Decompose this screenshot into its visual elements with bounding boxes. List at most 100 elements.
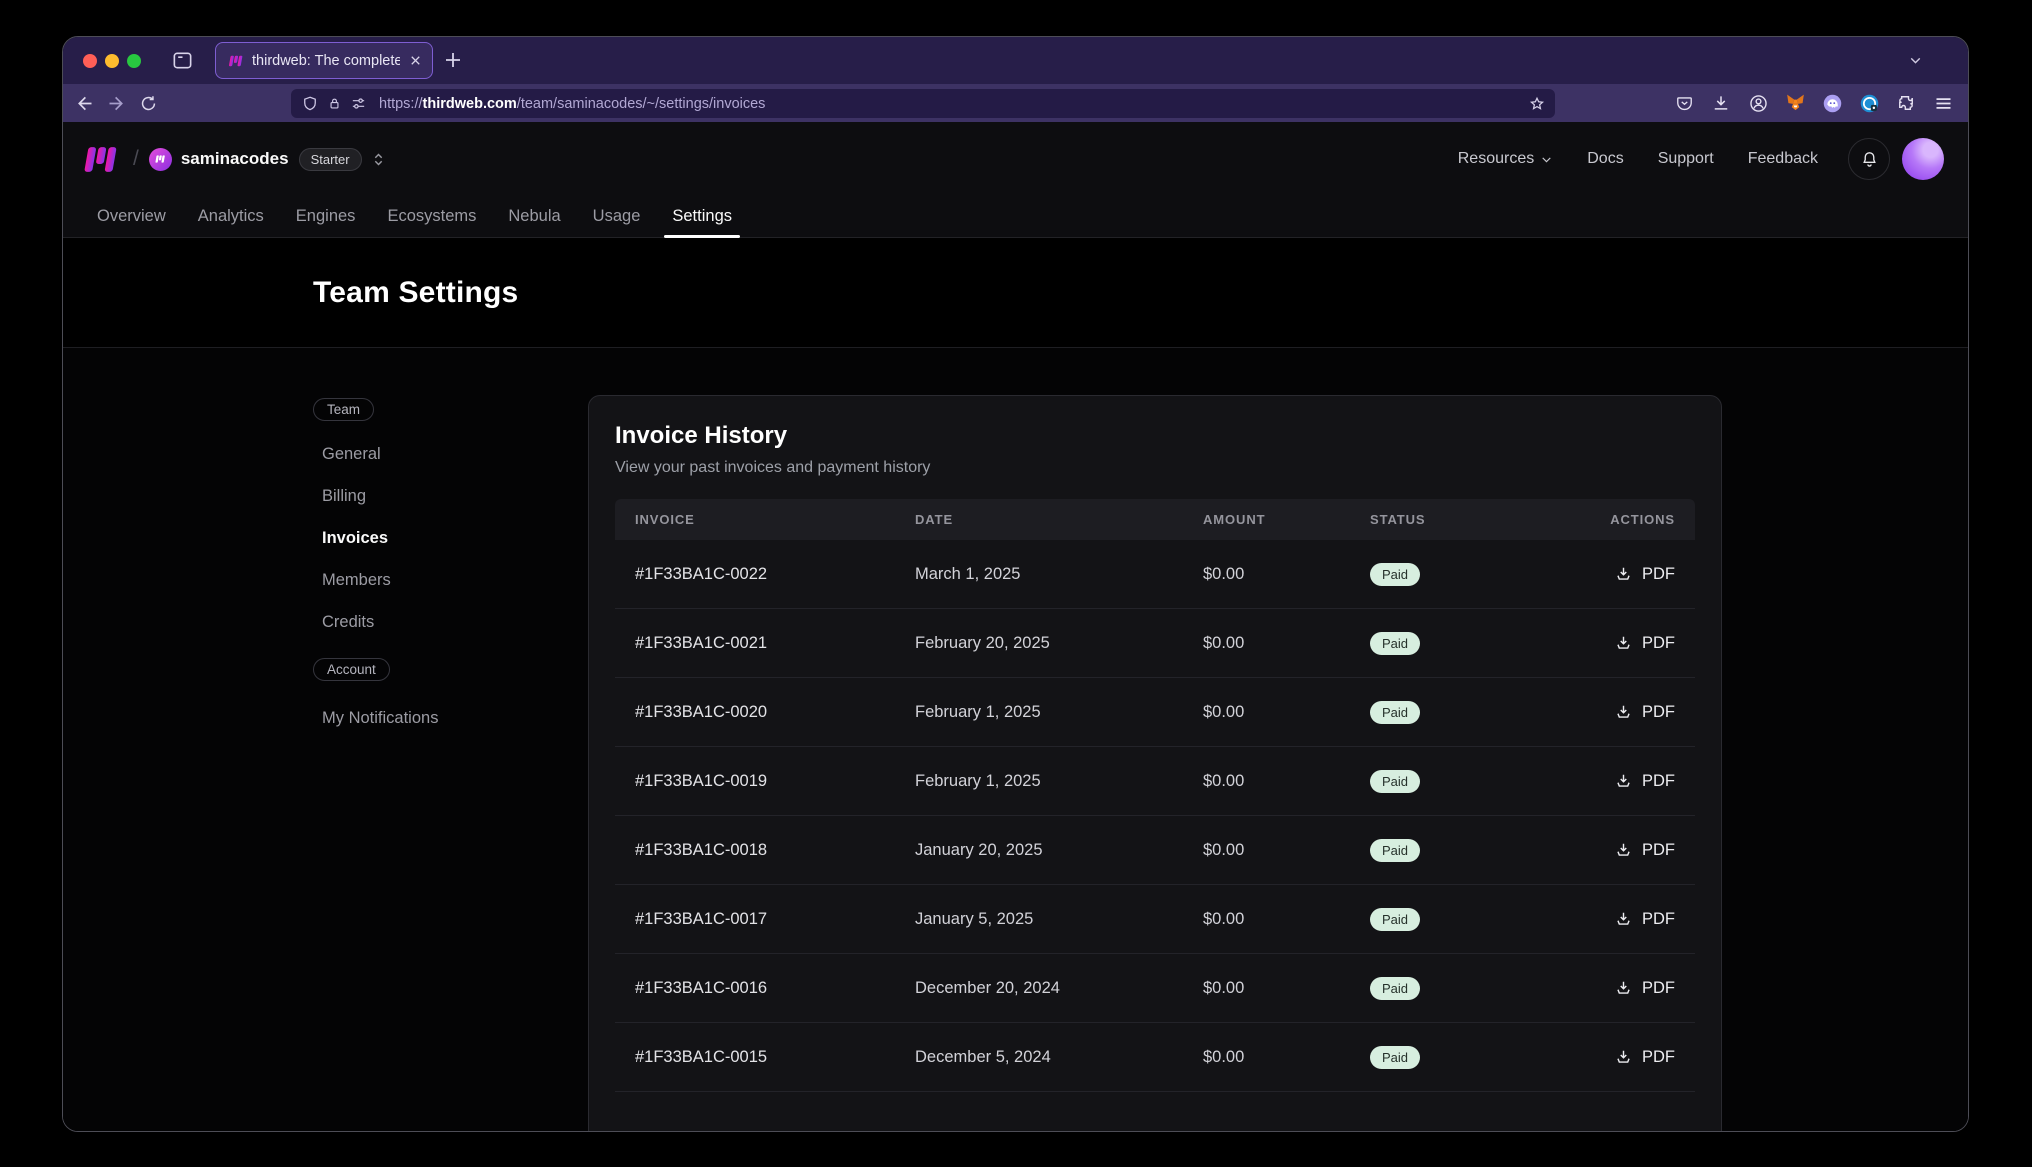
close-window-button[interactable] xyxy=(83,54,97,68)
tab-title: thirdweb: The complete web3 d xyxy=(252,53,400,69)
menu-icon[interactable] xyxy=(1930,90,1956,116)
invoice-number: #1F33BA1C-0018 xyxy=(635,841,915,860)
thirdweb-logo[interactable] xyxy=(79,146,121,173)
download-pdf-button[interactable]: PDF xyxy=(1614,772,1675,791)
download-icon xyxy=(1614,634,1633,653)
download-icon xyxy=(1614,979,1633,998)
tab-ecosystems[interactable]: Ecosystems xyxy=(379,196,484,237)
back-icon[interactable] xyxy=(71,90,97,116)
download-pdf-button[interactable]: PDF xyxy=(1614,703,1675,722)
toolbar-right-icons xyxy=(1671,90,1956,116)
settings-sidebar: Team General Billing Invoices Members Cr… xyxy=(313,398,528,739)
page-title-band: Team Settings xyxy=(63,238,1968,348)
support-link[interactable]: Support xyxy=(1658,150,1714,168)
sidebar-item-my-notifications[interactable]: My Notifications xyxy=(313,697,528,739)
browser-window: thirdweb: The complete web3 d xyxy=(62,36,1969,1132)
browser-toolbar: https://thirdweb.com/team/saminacodes/~/… xyxy=(63,84,1968,122)
site-header: / saminacodes Starter xyxy=(63,122,1968,196)
download-pdf-button[interactable]: PDF xyxy=(1614,1048,1675,1067)
docs-link[interactable]: Docs xyxy=(1587,150,1623,168)
sidebar-item-general[interactable]: General xyxy=(313,433,528,475)
forward-icon[interactable] xyxy=(103,90,129,116)
url-scheme: https:// xyxy=(379,96,423,112)
invoice-date: December 20, 2024 xyxy=(915,979,1203,998)
invoice-amount: $0.00 xyxy=(1203,841,1370,860)
lock-icon[interactable] xyxy=(327,96,342,112)
bell-icon xyxy=(1860,150,1879,169)
download-pdf-button[interactable]: PDF xyxy=(1614,841,1675,860)
invoice-date: February 20, 2025 xyxy=(915,634,1203,653)
download-pdf-button[interactable]: PDF xyxy=(1614,565,1675,584)
team-avatar[interactable] xyxy=(149,148,172,171)
sidebar-item-members[interactable]: Members xyxy=(313,559,528,601)
metamask-icon[interactable] xyxy=(1782,90,1808,116)
invoice-number: #1F33BA1C-0016 xyxy=(635,979,915,998)
profile-icon[interactable] xyxy=(1745,90,1771,116)
phantom-icon[interactable] xyxy=(1819,90,1845,116)
firefox-view-icon[interactable] xyxy=(171,49,194,72)
url-bar[interactable]: https://thirdweb.com/team/saminacodes/~/… xyxy=(291,89,1555,118)
pdf-label: PDF xyxy=(1642,1048,1675,1067)
team-switcher-icon[interactable] xyxy=(370,151,387,168)
tab-list-chevron-down-icon[interactable] xyxy=(1907,52,1924,69)
col-actions: ACTIONS xyxy=(1610,512,1675,527)
col-invoice: INVOICE xyxy=(635,512,915,527)
invoice-amount: $0.00 xyxy=(1203,703,1370,722)
header-links: Resources Docs Support Feedback xyxy=(1458,150,1818,168)
resources-menu[interactable]: Resources xyxy=(1458,150,1553,168)
sidebar-item-credits[interactable]: Credits xyxy=(313,601,528,643)
col-amount: AMOUNT xyxy=(1203,512,1370,527)
browser-tab[interactable]: thirdweb: The complete web3 d xyxy=(215,42,433,79)
reload-icon[interactable] xyxy=(135,90,161,116)
download-icon xyxy=(1614,1048,1633,1067)
invoice-number: #1F33BA1C-0015 xyxy=(635,1048,915,1067)
tab-usage[interactable]: Usage xyxy=(585,196,649,237)
shield-icon[interactable] xyxy=(301,95,319,113)
tab-nebula[interactable]: Nebula xyxy=(500,196,568,237)
status-badge: Paid xyxy=(1370,632,1420,655)
invoice-amount: $0.00 xyxy=(1203,772,1370,791)
sidebar-item-invoices[interactable]: Invoices xyxy=(313,517,528,559)
download-pdf-button[interactable]: PDF xyxy=(1614,910,1675,929)
invoice-amount: $0.00 xyxy=(1203,1048,1370,1067)
invoice-number: #1F33BA1C-0022 xyxy=(635,565,915,584)
team-name[interactable]: saminacodes xyxy=(181,149,289,169)
download-icon xyxy=(1614,772,1633,791)
tab-overview[interactable]: Overview xyxy=(89,196,174,237)
notifications-button[interactable] xyxy=(1848,138,1890,180)
zoom-window-button[interactable] xyxy=(127,54,141,68)
table-row: #1F33BA1C-0020 February 1, 2025 $0.00 Pa… xyxy=(615,678,1695,747)
status-badge: Paid xyxy=(1370,839,1420,862)
browser-tab-bar: thirdweb: The complete web3 d xyxy=(63,37,1968,84)
table-row: #1F33BA1C-0018 January 20, 2025 $0.00 Pa… xyxy=(615,816,1695,885)
download-pdf-button[interactable]: PDF xyxy=(1614,634,1675,653)
feedback-link[interactable]: Feedback xyxy=(1748,150,1818,168)
url-text[interactable]: https://thirdweb.com/team/saminacodes/~/… xyxy=(379,96,765,112)
status-badge: Paid xyxy=(1370,908,1420,931)
minimize-window-button[interactable] xyxy=(105,54,119,68)
new-tab-button[interactable] xyxy=(441,48,465,72)
permissions-icon[interactable] xyxy=(350,95,367,112)
user-avatar[interactable] xyxy=(1902,138,1944,180)
dashboard-nav: Overview Analytics Engines Ecosystems Ne… xyxy=(63,196,1968,238)
tab-analytics[interactable]: Analytics xyxy=(190,196,272,237)
invoice-date: February 1, 2025 xyxy=(915,703,1203,722)
downloads-icon[interactable] xyxy=(1708,90,1734,116)
col-status: STATUS xyxy=(1370,512,1600,527)
pocket-icon[interactable] xyxy=(1671,90,1697,116)
tab-settings[interactable]: Settings xyxy=(664,196,740,237)
table-row: #1F33BA1C-0021 February 20, 2025 $0.00 P… xyxy=(615,609,1695,678)
account-section-badge: Account xyxy=(313,658,390,681)
table-row: #1F33BA1C-0015 December 5, 2024 $0.00 Pa… xyxy=(615,1023,1695,1092)
status-badge: Paid xyxy=(1370,977,1420,1000)
tab-close-icon[interactable] xyxy=(408,53,423,68)
resources-label: Resources xyxy=(1458,150,1534,168)
password-manager-icon[interactable] xyxy=(1856,90,1882,116)
extensions-icon[interactable] xyxy=(1893,90,1919,116)
status-badge: Paid xyxy=(1370,770,1420,793)
sidebar-item-billing[interactable]: Billing xyxy=(313,475,528,517)
bookmark-star-icon[interactable] xyxy=(1528,95,1546,113)
invoice-date: January 5, 2025 xyxy=(915,910,1203,929)
download-pdf-button[interactable]: PDF xyxy=(1614,979,1675,998)
tab-engines[interactable]: Engines xyxy=(288,196,364,237)
